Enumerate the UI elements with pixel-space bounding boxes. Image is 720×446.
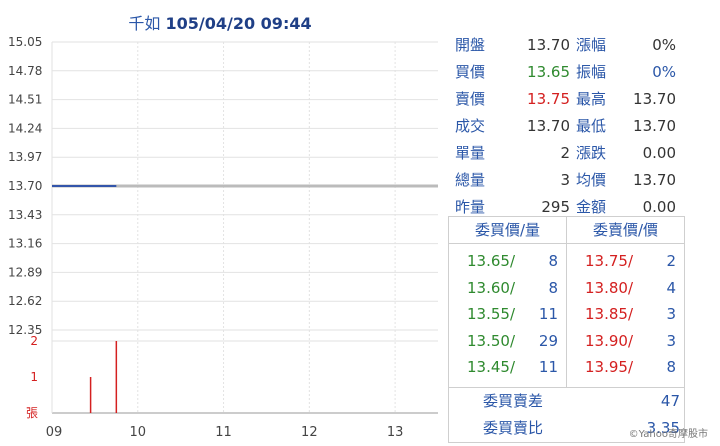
ask-qty: 4 (666, 278, 676, 297)
info-value-cell: 3 (560, 170, 570, 189)
info-value-cell: 13.70 (527, 35, 570, 54)
bid-qty: 29 (538, 331, 558, 350)
price-tick-label: 12.89 (8, 265, 42, 279)
ask-price: 13.90/ (585, 331, 633, 350)
info-label-cell: 單量 (455, 144, 486, 162)
info-value-cell: 0% (652, 62, 676, 81)
ask-qty: 8 (666, 358, 676, 376)
bid-header: 委買價/量 (449, 217, 567, 243)
time-tick-label: 10 (130, 425, 147, 440)
bid-qty: 11 (538, 358, 558, 376)
info-row: 賣價 13.75 最高 13.70 (455, 85, 676, 112)
bid-qty: 8 (548, 252, 558, 270)
info-row: 買價 13.65 振幅 0% (455, 58, 676, 85)
order-book-header: 委買價/量 委賣價/價 (449, 217, 684, 244)
order-diff-label: 委買賣差 (483, 391, 544, 410)
price-tick-label: 13.97 (8, 150, 42, 164)
bid-price: 13.55/ (467, 305, 515, 323)
info-value-cell: 2 (560, 143, 570, 162)
info-label-cell: 成交 (455, 117, 486, 135)
order-ratio-label: 委買賣比 (483, 418, 544, 437)
bid-qty: 11 (538, 305, 558, 323)
ask-price: 13.85/ (585, 305, 633, 323)
price-tick-label: 12.62 (8, 294, 42, 308)
ask-row: 13.85/3 (567, 301, 684, 328)
info-label-cell: 最高 (576, 90, 607, 108)
ask-row: 13.75/2 (567, 248, 684, 275)
ask-column: 13.75/2 13.80/4 13.85/3 13.90/3 13.95/8 (567, 244, 684, 387)
ask-row: 13.95/8 (567, 354, 684, 381)
ask-price: 13.95/ (585, 358, 633, 376)
price-tick-label: 14.24 (8, 121, 42, 135)
ask-qty: 3 (666, 331, 676, 350)
info-row: 單量 2 漲跌 0.00 (455, 139, 676, 166)
info-row: 總量 3 均價 13.70 (455, 166, 676, 193)
info-value-cell: 0% (652, 35, 676, 54)
volume-axis-labels: 2 1 張 (26, 334, 38, 420)
volume-tick-label: 張 (26, 406, 38, 420)
bid-price: 13.45/ (467, 358, 515, 376)
info-label-cell: 賣價 (455, 90, 486, 108)
quote-info-table: 開盤 13.70 漲幅 0% 買價 13.65 振幅 0% 賣價 13.75 最高 13.70 成交 13… (455, 31, 676, 220)
ask-header: 委賣價/價 (592, 221, 659, 239)
info-value-cell: 0.00 (642, 143, 676, 162)
time-tick-label: 09 (46, 425, 63, 440)
bid-price: 13.65/ (467, 252, 515, 270)
bid-column: 13.65/8 13.60/8 13.55/11 13.50/29 13.45/11 (449, 244, 567, 387)
order-book: 委買價/量 委賣價/價 13.65/8 13.60/8 13.55/11 13.50/… (448, 216, 685, 443)
bid-row: 13.60/8 (449, 275, 566, 302)
info-label-cell: 漲跌 (576, 144, 607, 162)
price-tick-label: 14.51 (8, 93, 42, 107)
price-tick-label: 13.43 (8, 208, 42, 222)
bid-price: 13.50/ (467, 331, 515, 350)
info-value-cell: 13.70 (527, 116, 570, 135)
price-tick-label: 13.70 (8, 179, 42, 193)
ask-row: 13.80/4 (567, 275, 684, 302)
info-label-cell: 最低 (576, 117, 607, 135)
ask-qty: 2 (666, 252, 676, 270)
order-diff-row: 委買賣差 47 (449, 388, 684, 415)
bid-row: 13.50/29 (449, 328, 566, 355)
volume-tick-label: 1 (30, 370, 38, 384)
info-value-cell: 13.70 (633, 170, 676, 189)
price-tick-label: 14.78 (8, 64, 42, 78)
time-tick-label: 13 (387, 425, 404, 440)
ask-row: 13.90/3 (567, 328, 684, 355)
order-diff-value: 47 (660, 391, 680, 410)
price-axis-labels: 15.05 14.78 14.51 14.24 13.97 13.70 13.43 13.16… (8, 35, 42, 337)
bid-qty: 8 (548, 278, 558, 297)
ask-qty: 3 (666, 305, 676, 323)
chart-series (52, 184, 438, 413)
bid-row: 13.55/11 (449, 301, 566, 328)
time-axis-labels: 09 10 11 12 13 (46, 425, 404, 440)
info-value-cell: 13.65 (527, 62, 570, 81)
ask-price: 13.75/ (585, 252, 633, 270)
ask-price: 13.80/ (585, 278, 633, 297)
intraday-chart: 15.05 14.78 14.51 14.24 13.97 13.70 13.43 13.16… (8, 35, 438, 440)
info-label-cell: 振幅 (576, 63, 607, 81)
info-label-cell: 總量 (455, 171, 486, 189)
bid-price: 13.60/ (467, 278, 515, 297)
info-label-cell: 買價 (455, 63, 486, 81)
info-value-cell: 13.70 (633, 116, 676, 135)
bid-row: 13.65/8 (449, 248, 566, 275)
chart-grid (51, 41, 438, 414)
info-row: 成交 13.70 最低 13.70 (455, 112, 676, 139)
time-tick-label: 11 (215, 425, 232, 440)
info-label-cell: 均價 (576, 171, 607, 189)
info-value-cell: 13.70 (633, 89, 676, 108)
info-label-cell: 開盤 (455, 36, 486, 54)
bid-row: 13.45/11 (449, 354, 566, 381)
info-value-cell: 13.75 (527, 89, 570, 108)
info-row: 開盤 13.70 漲幅 0% (455, 31, 676, 58)
time-tick-label: 12 (301, 425, 318, 440)
volume-tick-label: 2 (30, 334, 38, 348)
info-label-cell: 漲幅 (576, 36, 607, 54)
price-tick-label: 13.16 (8, 237, 42, 251)
footer-credit[interactable]: ©Yahoo奇摩股市 (629, 425, 708, 440)
price-tick-label: 15.05 (8, 35, 42, 49)
